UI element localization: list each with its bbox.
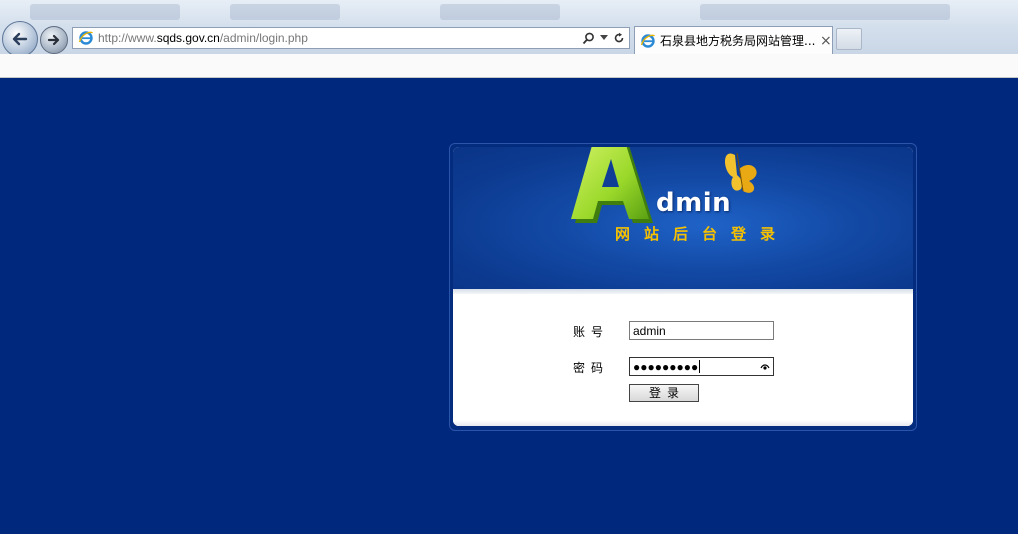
tab-title: 石泉县地方税务局网站管理...: [660, 34, 816, 48]
reveal-password-icon[interactable]: [760, 363, 770, 371]
close-tab-icon[interactable]: ×: [820, 33, 832, 49]
logo-word: dmin: [656, 188, 732, 218]
background-tab: [30, 4, 180, 20]
login-form: 账号 admin 密码 ●●●●●●●●● 登录: [453, 294, 913, 426]
background-window-strip: [0, 0, 1018, 24]
refresh-icon[interactable]: [613, 32, 625, 44]
forward-button[interactable]: [40, 26, 68, 54]
chevron-down-icon[interactable]: [600, 35, 608, 41]
login-subtitle: 网站后台登录: [615, 225, 790, 243]
login-panel: dmin 网站后台登录 账号 admin 密码 ●●●●●●●●● 登录: [453, 147, 913, 426]
arrow-right-icon: [47, 34, 60, 46]
account-label: 账号: [573, 325, 610, 339]
back-button[interactable]: [2, 21, 38, 57]
browser-chrome: http://www.sqds.gov.cn/admin/login.php 石…: [0, 0, 1018, 57]
admin-logo: [571, 147, 757, 223]
background-tab: [700, 4, 950, 20]
url-text[interactable]: http://www.sqds.gov.cn/admin/login.php: [98, 31, 308, 45]
address-tools: [582, 32, 625, 45]
browser-tab-active[interactable]: 石泉县地方税务局网站管理... ×: [634, 26, 833, 54]
login-banner: dmin 网站后台登录: [453, 147, 913, 289]
background-tab: [230, 4, 340, 20]
password-input[interactable]: ●●●●●●●●●: [629, 357, 774, 376]
ie-logo-icon: [78, 30, 94, 46]
butterfly-icon: [725, 152, 757, 193]
arrow-left-icon: [12, 32, 28, 46]
new-tab-button[interactable]: [836, 28, 862, 50]
ie-logo-icon: [640, 33, 656, 49]
account-input[interactable]: admin: [629, 321, 774, 340]
command-bar: [0, 54, 1018, 78]
panel-bottom-shade: [453, 420, 913, 426]
background-tab: [440, 4, 560, 20]
text-caret: [699, 360, 701, 373]
search-icon[interactable]: [582, 32, 595, 45]
account-value: admin: [633, 323, 666, 338]
login-button[interactable]: 登录: [629, 384, 699, 402]
password-label: 密码: [573, 361, 610, 375]
password-value: ●●●●●●●●●: [633, 359, 699, 374]
address-bar[interactable]: http://www.sqds.gov.cn/admin/login.php: [72, 27, 630, 49]
